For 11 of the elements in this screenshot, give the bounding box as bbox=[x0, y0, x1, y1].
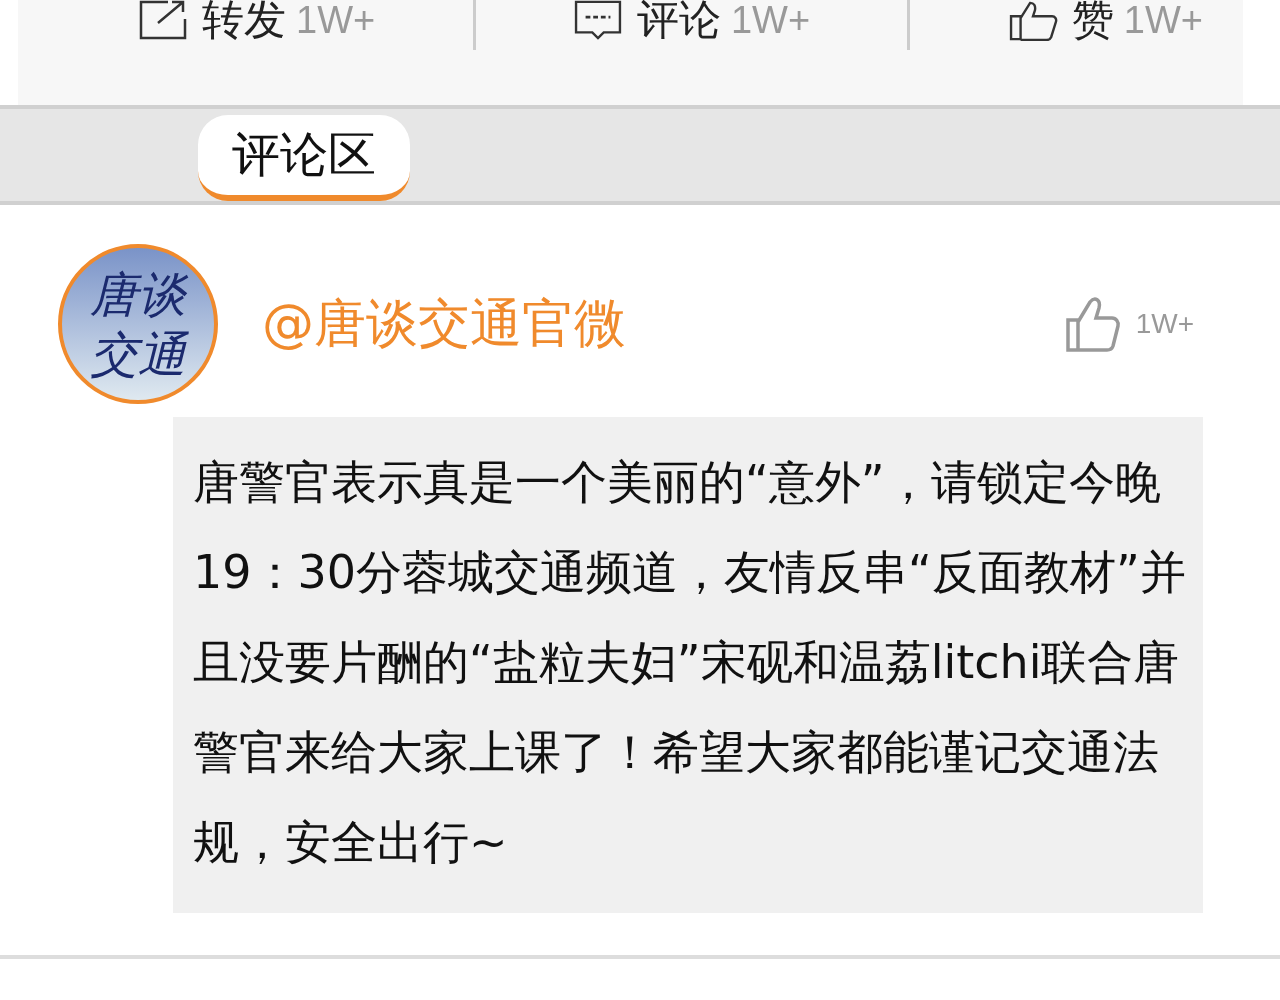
comment-text: 唐警官表示真是一个美丽的“意外”，请锁定今晚19：30分蓉城交通频道，友情反串“反面教材”并且没要片酬的“盐粒夫妇”宋砚和温荔litchi联合唐警官来给大家上课了！希望大家都能谨记交通法规，安全出行~ bbox=[173, 417, 1203, 913]
thumbs-up-icon bbox=[1007, 0, 1058, 41]
share-action[interactable]: 转发 1W+ bbox=[138, 0, 376, 44]
tab[interactable]: 评论区 bbox=[198, 115, 410, 201]
comment-action[interactable]: 评论 1W+ bbox=[572, 0, 811, 44]
like-count: 1W+ bbox=[1135, 308, 1194, 340]
thumbs-up-icon[interactable] bbox=[1063, 294, 1122, 354]
like-action[interactable]: 赞 1W+ bbox=[1007, 0, 1203, 44]
comment-icon bbox=[572, 0, 623, 41]
share-icon bbox=[138, 0, 188, 41]
avatar: 唐谈交通 bbox=[58, 244, 218, 404]
